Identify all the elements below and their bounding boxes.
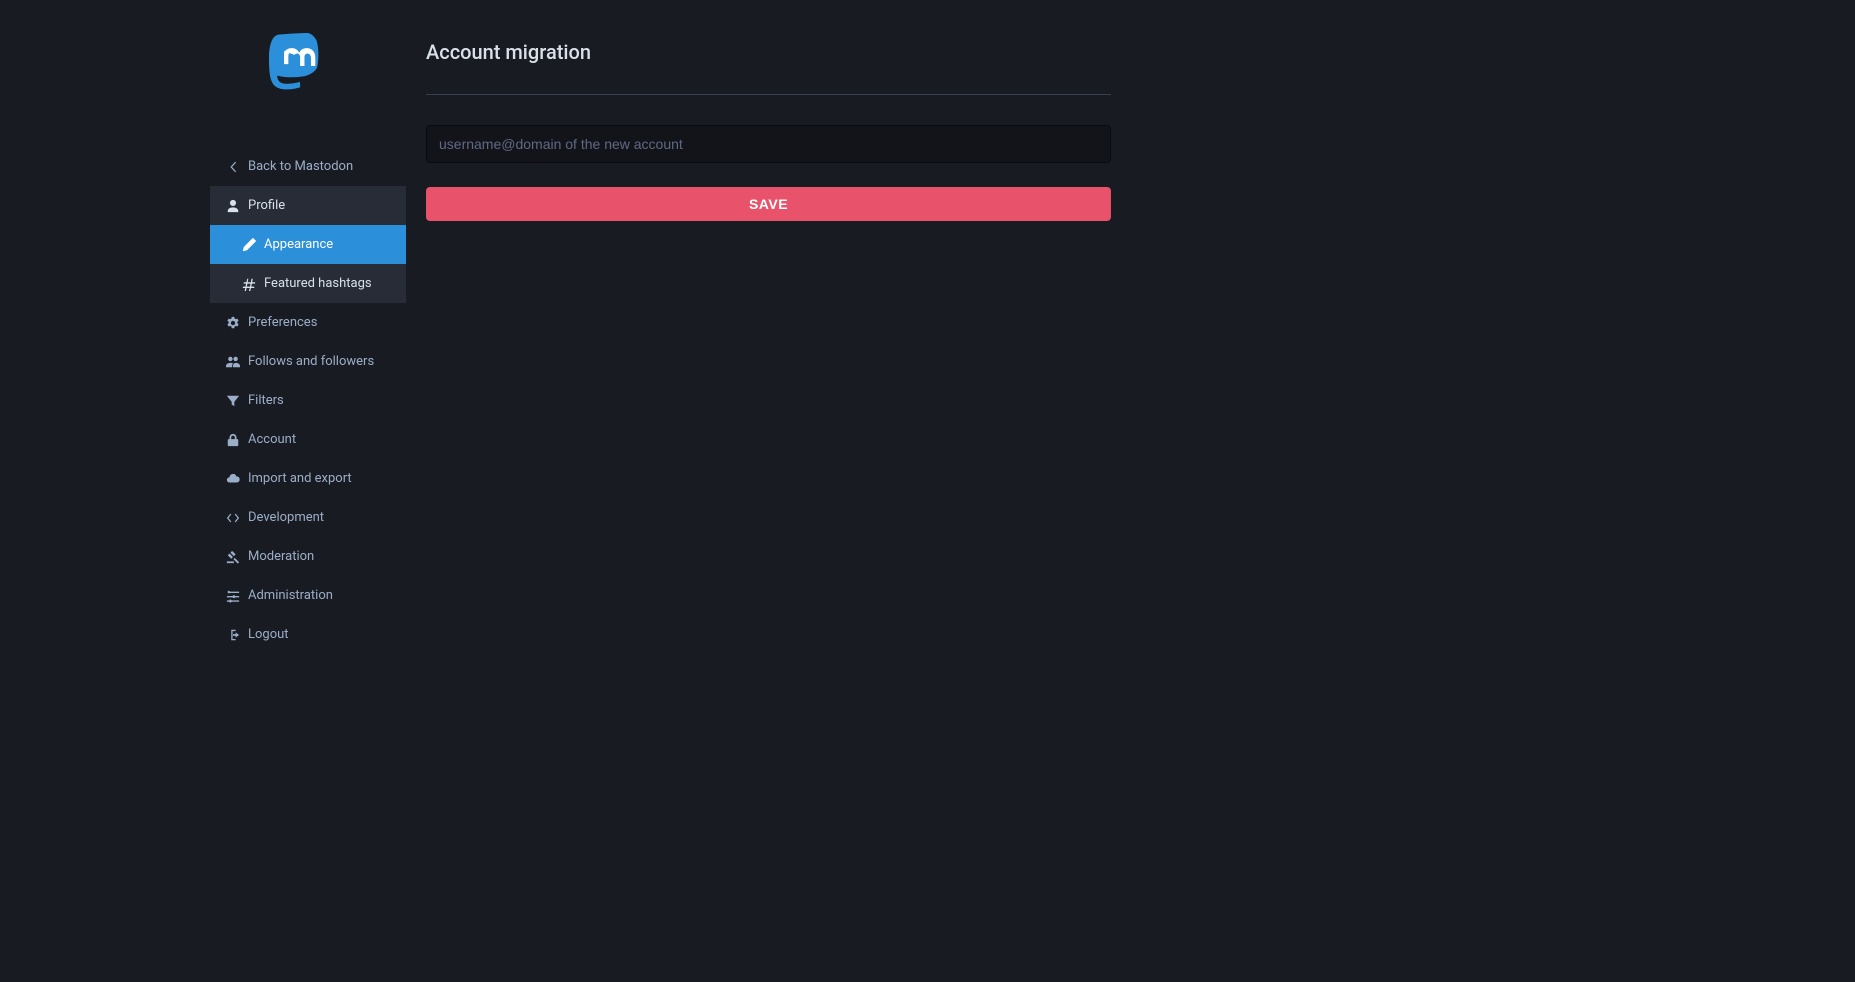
sidebar-item-import-export[interactable]: Import and export — [210, 459, 406, 498]
nav-label: Moderation — [248, 549, 314, 564]
sidebar-item-preferences[interactable]: Preferences — [210, 303, 406, 342]
sidebar-item-featured-hashtags[interactable]: Featured hashtags — [210, 264, 406, 303]
sidebar-item-logout[interactable]: Logout — [210, 615, 406, 654]
mastodon-logo-icon — [269, 33, 347, 115]
hashtag-icon — [242, 277, 256, 291]
sidebar: Back to Mastodon Profile Appearance Feat… — [210, 0, 406, 982]
nav-label: Development — [248, 510, 324, 525]
sidebar-item-appearance[interactable]: Appearance — [210, 225, 406, 264]
cloud-icon — [226, 472, 240, 486]
divider — [426, 94, 1111, 95]
gavel-icon — [226, 550, 240, 564]
lock-icon — [226, 433, 240, 447]
chevron-left-icon — [226, 160, 240, 174]
gear-icon — [226, 316, 240, 330]
sidebar-item-follows[interactable]: Follows and followers — [210, 342, 406, 381]
main-content: Account migration SAVE — [406, 0, 1855, 982]
nav-label: Account — [248, 432, 296, 447]
save-button[interactable]: SAVE — [426, 187, 1111, 221]
users-icon — [226, 355, 240, 369]
logout-icon — [226, 628, 240, 642]
account-handle-input[interactable] — [426, 125, 1111, 163]
sidebar-item-account[interactable]: Account — [210, 420, 406, 459]
nav-label: Appearance — [264, 237, 333, 252]
nav-label: Back to Mastodon — [248, 159, 353, 174]
nav-label: Profile — [248, 198, 285, 213]
nav-label: Filters — [248, 393, 284, 408]
sidebar-item-moderation[interactable]: Moderation — [210, 537, 406, 576]
nav-label: Administration — [248, 588, 333, 603]
nav-label: Import and export — [248, 471, 352, 486]
page-title: Account migration — [426, 40, 1111, 64]
sidebar-item-administration[interactable]: Administration — [210, 576, 406, 615]
nav-label: Featured hashtags — [264, 276, 372, 291]
user-icon — [226, 199, 240, 213]
sidebar-item-filters[interactable]: Filters — [210, 381, 406, 420]
back-to-mastodon-link[interactable]: Back to Mastodon — [210, 147, 406, 186]
code-icon — [226, 511, 240, 525]
brand-logo[interactable] — [210, 0, 406, 147]
sidebar-item-development[interactable]: Development — [210, 498, 406, 537]
nav-label: Follows and followers — [248, 354, 374, 369]
sidebar-item-profile[interactable]: Profile — [210, 186, 406, 225]
pencil-icon — [242, 238, 256, 252]
nav-label: Preferences — [248, 315, 317, 330]
sliders-icon — [226, 589, 240, 603]
filter-icon — [226, 394, 240, 408]
nav-label: Logout — [248, 627, 289, 642]
